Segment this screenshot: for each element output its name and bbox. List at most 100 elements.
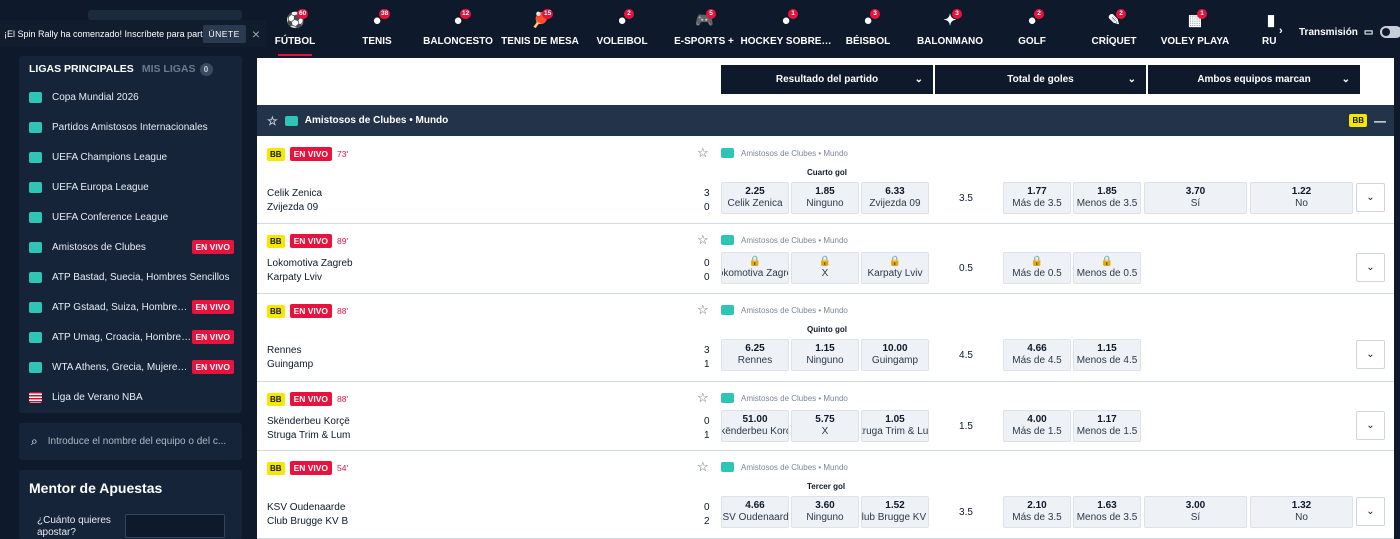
globe-icon: [721, 305, 734, 315]
expand-button[interactable]: ⌄: [1356, 340, 1385, 369]
sport-tab-volleyball[interactable]: ● 2 VOLEIBOL: [592, 0, 652, 58]
match-row[interactable]: BB EN VIVO 73' ☆ Amistosos de Clubes • Mundo…: [257, 137, 1394, 224]
btts-odd-button[interactable]: 1.32 No: [1250, 496, 1353, 528]
collapse-icon[interactable]: —: [1374, 114, 1386, 128]
star-icon[interactable]: ☆: [697, 390, 709, 406]
sport-tab-beach-volley[interactable]: ▦ 1 VOLEY PLAYA: [1161, 0, 1229, 58]
total-odd-button[interactable]: 4.66 Más de 4.5: [1003, 339, 1071, 371]
odd-button[interactable]: 4.66KSV Oudenaarde: [721, 496, 789, 528]
league-item[interactable]: WTA Athens, Grecia, Mujeres SencillosEN …: [19, 352, 242, 382]
league-item[interactable]: ATP Gstaad, Suiza, Hombres SencillosEN V…: [19, 292, 242, 322]
odd-button[interactable]: 🔒 Karpaty Lviv: [861, 252, 929, 284]
away-score: 2: [704, 516, 710, 527]
expand-button[interactable]: ⌄: [1356, 411, 1385, 440]
star-icon[interactable]: ☆: [697, 232, 709, 248]
odd-value: 3.60: [815, 500, 835, 511]
total-odd-button[interactable]: 2.10 Más de 3.5: [1003, 496, 1071, 528]
sport-tab-golf[interactable]: ● 2 GOLF: [1002, 0, 1062, 58]
odd-button[interactable]: 6.33 Zvijezda 09: [861, 182, 929, 214]
total-odd-button[interactable]: 1.85 Menos de 3.5: [1073, 182, 1141, 214]
tab-top-leagues[interactable]: LIGAS PRINCIPALES: [29, 63, 134, 75]
total-odd-button[interactable]: 🔒 Más de 0.5: [1003, 252, 1071, 284]
expand-button[interactable]: ⌄: [1356, 183, 1385, 212]
match-row[interactable]: BB EN VIVO 54' ☆ Amistosos de Clubes • Mundo…: [257, 451, 1394, 539]
away-team: Club Brugge KV B: [267, 516, 349, 527]
sport-tab-basketball[interactable]: ● 12 BALONCESTO: [423, 0, 493, 58]
league-item[interactable]: ATP Umag, Croacia, Hombres SencillosEN V…: [19, 322, 242, 352]
stake-input[interactable]: [125, 514, 225, 538]
sport-label: VOLEY PLAYA: [1160, 36, 1230, 47]
sport-tab-table-tennis[interactable]: 🏓 15 TENIS DE MESA: [501, 0, 579, 58]
volleyball-icon: ● 2: [613, 9, 634, 30]
odd-button[interactable]: 🔒 X: [791, 252, 859, 284]
odd-button[interactable]: 1.15 Ninguno: [791, 339, 859, 371]
market-select-result[interactable]: Resultado del partido ⌄: [721, 65, 933, 94]
odd-button[interactable]: 3.60 Ninguno: [791, 496, 859, 528]
sport-label: E-SPORTS +: [674, 36, 734, 47]
market-select-total-goals[interactable]: Total de goles ⌄: [935, 65, 1146, 94]
btts-odd-button[interactable]: 1.22 No: [1250, 182, 1353, 214]
odd-button[interactable]: 1.52Club Brugge KV B: [861, 496, 929, 528]
odd-value: 1.85: [815, 186, 835, 197]
odd-value: 1.32: [1291, 500, 1312, 511]
sport-tab-cricket[interactable]: ✎ 2 CRÍQUET: [1084, 0, 1144, 58]
join-button[interactable]: ÚNETE: [202, 24, 246, 43]
team-search[interactable]: ⌕ Introduce el nombre del equipo o del c…: [19, 423, 242, 460]
odd-button[interactable]: 10.00 Guingamp: [861, 339, 929, 371]
odd-button[interactable]: 1.05Struga Trim & Lum: [861, 410, 929, 442]
star-icon[interactable]: ☆: [267, 114, 278, 128]
league-item[interactable]: ATP Bastad, Suecia, Hombres Sencillos: [19, 262, 242, 292]
odd-button[interactable]: 1.85 Ninguno: [791, 182, 859, 214]
streaming-toggle[interactable]: [1380, 26, 1400, 38]
league-item[interactable]: Liga de Verano NBA: [19, 382, 242, 412]
chevron-right-icon[interactable]: ›: [1279, 25, 1283, 37]
odd-button[interactable]: 6.25 Rennes: [721, 339, 789, 371]
sport-tab-baseball[interactable]: ● 3 BÉISBOL: [838, 0, 898, 58]
star-icon[interactable]: ☆: [697, 145, 709, 161]
league-item[interactable]: UEFA Conference League: [19, 202, 242, 232]
total-odd-button[interactable]: 1.17 Menos de 1.5: [1073, 410, 1141, 442]
sport-tab-gamepad[interactable]: 🎮 5 E-SPORTS +: [674, 0, 734, 58]
odd-button[interactable]: 51.00Skënderbeu Korçë: [721, 410, 789, 442]
close-icon[interactable]: ×: [252, 26, 260, 42]
league-item[interactable]: Partidos Amistosos Internacionales: [19, 112, 242, 142]
odd-value: 1.22: [1291, 186, 1312, 197]
total-odd-button[interactable]: 1.77 Más de 3.5: [1003, 182, 1071, 214]
odd-button[interactable]: 2.25 Celik Zenica: [721, 182, 789, 214]
competition-group-header[interactable]: ☆ Amistosos de Clubes • Mundo BB —: [257, 105, 1394, 136]
star-icon[interactable]: ☆: [697, 302, 709, 318]
sport-label: CRÍQUET: [1091, 36, 1137, 47]
odd-label: Más de 3.5: [1012, 512, 1062, 523]
league-item[interactable]: UEFA Europa League: [19, 172, 242, 202]
odd-button[interactable]: 🔒Lokomotiva Zagreb: [721, 252, 789, 284]
away-team: Guingamp: [267, 359, 314, 370]
total-odd-button[interactable]: 1.63 Menos de 3.5: [1073, 496, 1141, 528]
total-odd-button[interactable]: 🔒 Menos de 0.5: [1073, 252, 1141, 284]
sport-tab-soccer-ball[interactable]: ⚽ 60 FÚTBOL: [275, 0, 315, 58]
star-icon[interactable]: ☆: [697, 459, 709, 475]
match-tags: BB EN VIVO 54': [267, 461, 348, 475]
btts-odd-button[interactable]: 3.00 Sí: [1144, 496, 1247, 528]
match-row[interactable]: BB EN VIVO 89' ☆ Amistosos de Clubes • Mundo…: [257, 224, 1394, 294]
league-item[interactable]: Amistosos de Clubes EN VIVO: [19, 232, 242, 262]
expand-button[interactable]: ⌄: [1356, 497, 1385, 526]
tab-my-leagues[interactable]: MIS LIGAS: [142, 63, 196, 75]
odd-label: Menos de 3.5: [1076, 512, 1138, 523]
league-label: UEFA Europa League: [52, 181, 149, 193]
btts-odd-button[interactable]: 3.70 Sí: [1144, 182, 1247, 214]
search-input[interactable]: Introduce el nombre del equipo o del c..…: [48, 436, 226, 447]
match-row[interactable]: BB EN VIVO 88' ☆ Amistosos de Clubes • Mundo…: [257, 382, 1394, 451]
market-select-btts[interactable]: Ambos equipos marcan ⌄: [1148, 65, 1360, 94]
league-item[interactable]: Copa Mundial 2026: [19, 82, 242, 112]
match-row[interactable]: BB EN VIVO 88' ☆ Amistosos de Clubes • Mundo…: [257, 294, 1394, 382]
expand-button[interactable]: ⌄: [1356, 253, 1385, 282]
sport-tab-hockey[interactable]: ● 1 HOCKEY SOBRE…: [741, 0, 831, 58]
total-odd-button[interactable]: 1.15 Menos de 4.5: [1073, 339, 1141, 371]
my-leagues-count: 0: [199, 62, 213, 76]
league-item[interactable]: UEFA Champions League: [19, 142, 242, 172]
sport-tab-handball[interactable]: ✦ 3 BALONMANO: [917, 0, 983, 58]
total-odd-button[interactable]: 4.00 Más de 1.5: [1003, 410, 1071, 442]
odd-button[interactable]: 5.75 X: [791, 410, 859, 442]
streaming-label: Transmisión: [1299, 26, 1358, 38]
sport-tab-tennis-ball[interactable]: ● 38 TENIS: [347, 0, 407, 58]
